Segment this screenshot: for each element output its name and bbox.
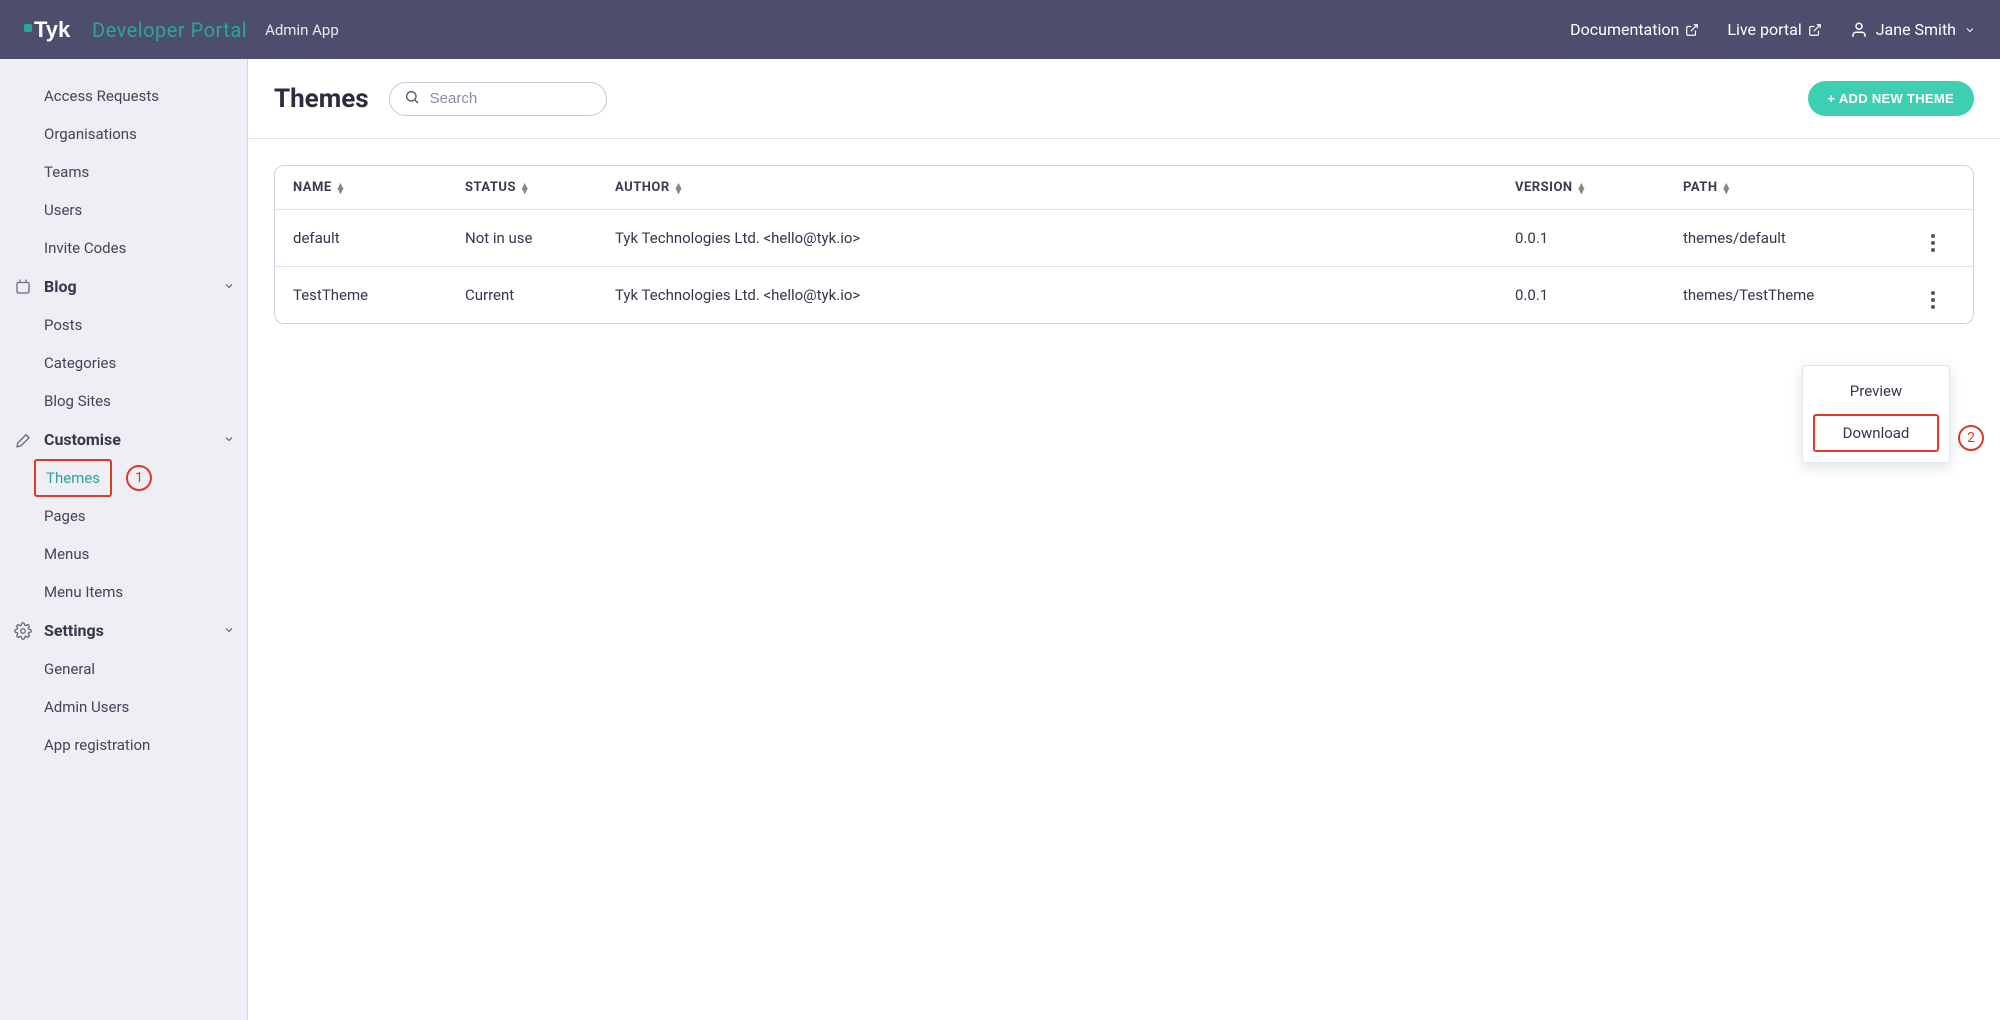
logo-mark-icon: Tyk [24, 16, 84, 44]
sidebar-item-menus[interactable]: Menus [0, 535, 247, 573]
documentation-link[interactable]: Documentation [1570, 20, 1699, 39]
sidebar-item-themes[interactable]: Themes [34, 459, 112, 497]
search-input[interactable] [430, 90, 592, 107]
live-portal-link[interactable]: Live portal [1727, 20, 1821, 39]
sidebar-item-pages[interactable]: Pages [0, 497, 247, 535]
sort-icon: ▴▾ [1724, 183, 1730, 193]
sort-icon: ▴▾ [522, 183, 528, 193]
page-title: Themes [274, 84, 369, 114]
cell-status: Current [447, 267, 597, 323]
sidebar-group-blog[interactable]: Blog [0, 267, 247, 306]
user-icon [1850, 21, 1868, 39]
cell-author: Tyk Technologies Ltd. <hello@tyk.io> [597, 267, 1497, 323]
col-header-status[interactable]: STATUS ▴▾ [447, 166, 597, 210]
sidebar-group-customise-label: Customise [44, 430, 121, 449]
cell-name: default [275, 210, 447, 267]
brush-icon [12, 431, 34, 449]
header-right: Documentation Live portal Jane Smith [1570, 20, 1976, 39]
search-field[interactable] [389, 82, 607, 116]
sidebar-item-invite-codes[interactable]: Invite Codes [0, 229, 247, 267]
cell-version: 0.0.1 [1497, 210, 1665, 267]
sidebar-item-admin-users[interactable]: Admin Users [0, 688, 247, 726]
cell-path: themes/default [1665, 210, 1913, 267]
sidebar-group-settings[interactable]: Settings [0, 611, 247, 650]
live-portal-link-label: Live portal [1727, 20, 1801, 39]
chevron-down-icon [223, 621, 235, 640]
cell-path: themes/TestTheme [1665, 267, 1913, 323]
brand-suffix: Developer Portal [92, 18, 247, 42]
table-row: default Not in use Tyk Technologies Ltd.… [275, 210, 1973, 267]
row-actions-button[interactable] [1931, 291, 1935, 309]
admin-app-label: Admin App [265, 21, 339, 39]
user-name: Jane Smith [1876, 20, 1956, 39]
sidebar: Access Requests Organisations Teams User… [0, 59, 248, 1020]
sidebar-item-categories[interactable]: Categories [0, 344, 247, 382]
sidebar-item-blog-sites[interactable]: Blog Sites [0, 382, 247, 420]
gear-icon [12, 622, 34, 640]
sort-icon: ▴▾ [676, 183, 682, 193]
cell-author: Tyk Technologies Ltd. <hello@tyk.io> [597, 210, 1497, 267]
col-header-name[interactable]: NAME ▴▾ [275, 166, 447, 210]
documentation-link-label: Documentation [1570, 20, 1679, 39]
external-link-icon [1808, 23, 1822, 37]
col-header-author[interactable]: AUTHOR ▴▾ [597, 166, 1497, 210]
sidebar-item-general[interactable]: General [0, 650, 247, 688]
sidebar-group-settings-label: Settings [44, 621, 104, 640]
sidebar-item-app-registration[interactable]: App registration [0, 726, 247, 764]
table-row: TestTheme Current Tyk Technologies Ltd. … [275, 267, 1973, 323]
cell-status: Not in use [447, 210, 597, 267]
sidebar-item-access-requests[interactable]: Access Requests [0, 77, 247, 115]
sidebar-item-menu-items[interactable]: Menu Items [0, 573, 247, 611]
sidebar-item-organisations[interactable]: Organisations [0, 115, 247, 153]
sort-icon: ▴▾ [1579, 183, 1585, 193]
svg-text:Tyk: Tyk [34, 17, 71, 42]
user-menu[interactable]: Jane Smith [1850, 20, 1976, 39]
blog-icon [12, 278, 34, 296]
themes-table: NAME ▴▾ STATUS ▴▾ AUTHOR ▴▾ VERSION ▴▾ PATH ▴… [274, 165, 1974, 324]
sort-icon: ▴▾ [338, 183, 344, 193]
sidebar-item-teams[interactable]: Teams [0, 153, 247, 191]
table-header-row: NAME ▴▾ STATUS ▴▾ AUTHOR ▴▾ VERSION ▴▾ PATH ▴… [275, 166, 1973, 210]
row-actions-button[interactable] [1931, 234, 1935, 252]
brand-logo[interactable]: Tyk Developer Portal [24, 16, 247, 44]
col-header-version-label: VERSION [1515, 180, 1573, 195]
top-header: Tyk Developer Portal Admin App Documenta… [0, 0, 2000, 59]
page-toolbar: Themes + ADD NEW THEME [248, 59, 2000, 139]
col-header-status-label: STATUS [465, 180, 516, 195]
menu-item-download[interactable]: Download [1813, 414, 1939, 452]
col-header-path[interactable]: PATH ▴▾ [1665, 166, 1913, 210]
annotation-circle-2: 2 [1958, 425, 1984, 451]
chevron-down-icon [223, 277, 235, 296]
col-header-author-label: AUTHOR [615, 180, 670, 195]
col-header-actions [1913, 166, 1973, 210]
row-actions-menu: Preview Download [1802, 365, 1950, 463]
sidebar-item-posts[interactable]: Posts [0, 306, 247, 344]
annotation-circle-1: 1 [126, 465, 152, 491]
col-header-version[interactable]: VERSION ▴▾ [1497, 166, 1665, 210]
sidebar-group-customise[interactable]: Customise [0, 420, 247, 459]
col-header-path-label: PATH [1683, 180, 1718, 195]
sidebar-group-blog-label: Blog [44, 277, 77, 296]
chevron-down-icon [223, 430, 235, 449]
main-content: Themes + ADD NEW THEME NAME ▴▾ STATUS ▴▾ A… [248, 59, 2000, 1020]
cell-name: TestTheme [275, 267, 447, 323]
menu-item-preview[interactable]: Preview [1803, 372, 1949, 410]
col-header-name-label: NAME [293, 180, 332, 195]
sidebar-item-users[interactable]: Users [0, 191, 247, 229]
chevron-down-icon [1964, 24, 1976, 36]
themes-table-wrap: NAME ▴▾ STATUS ▴▾ AUTHOR ▴▾ VERSION ▴▾ PATH ▴… [248, 139, 2000, 350]
add-new-theme-button[interactable]: + ADD NEW THEME [1808, 81, 1974, 116]
external-link-icon [1685, 23, 1699, 37]
search-icon [404, 89, 420, 109]
cell-version: 0.0.1 [1497, 267, 1665, 323]
